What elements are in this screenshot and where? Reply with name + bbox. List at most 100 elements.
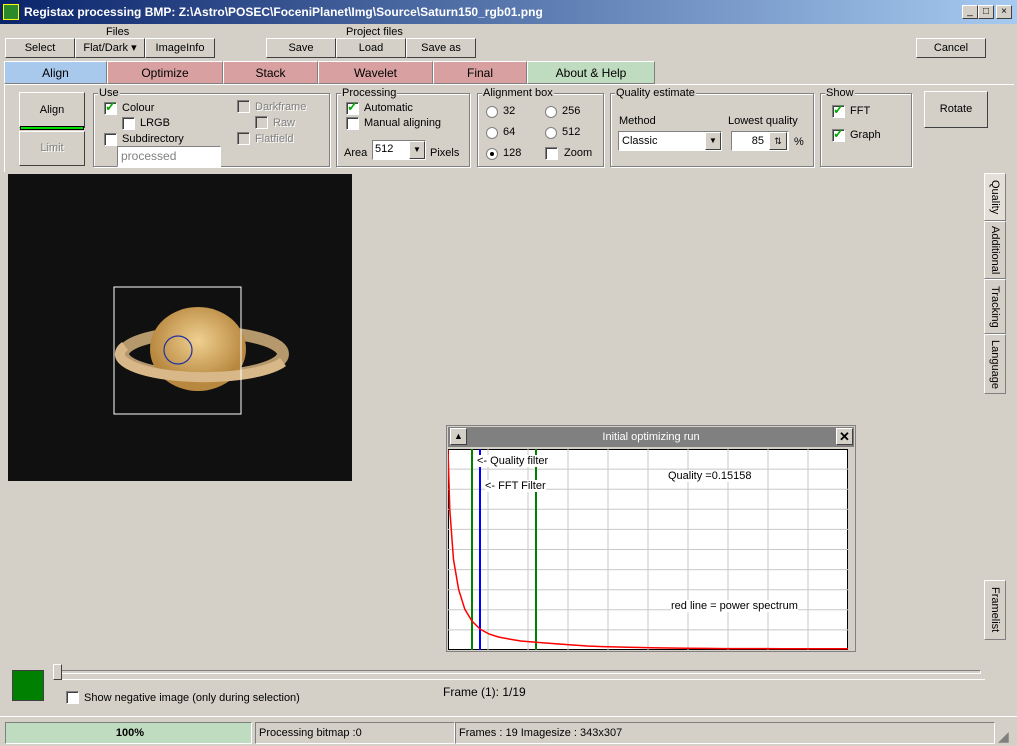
side-tab-tracking[interactable]: Tracking [984, 279, 1006, 334]
graph-title: Initial optimizing run [602, 431, 700, 443]
raw-checkbox[interactable] [255, 116, 268, 129]
lrgb-label: LRGB [140, 117, 170, 129]
automatic-checkbox[interactable]: ✓ [346, 99, 359, 115]
saturn-image [113, 286, 289, 415]
zoom-checkbox[interactable] [545, 147, 558, 160]
chevron-down-icon[interactable]: ▼ [409, 141, 425, 159]
rotate-button[interactable]: Rotate [924, 91, 988, 128]
side-tab-additional[interactable]: Additional [984, 221, 1006, 279]
automatic-label: Automatic [364, 102, 413, 114]
tab-about-help[interactable]: About & Help [527, 61, 655, 84]
title-bar: Registax processing BMP: Z:\Astro\POSEC\… [0, 0, 1017, 24]
graph-window: Initial optimizing run ▲ ✕ <- Quality fi… [446, 425, 856, 652]
label-256: 256 [562, 105, 581, 117]
radio-128[interactable] [486, 148, 498, 160]
tab-align[interactable]: Align [4, 61, 107, 84]
check-icon: ✓ [347, 99, 358, 114]
flatfield-label: Flatfield [255, 133, 294, 145]
method-label: Method [619, 115, 656, 127]
select-button[interactable]: Select [5, 38, 75, 58]
fft-checkbox[interactable]: ✓ [832, 102, 845, 118]
cancel-button[interactable]: Cancel [916, 38, 986, 58]
spinner-arrows-icon[interactable]: ⇅ [769, 132, 787, 150]
lrgb-checkbox[interactable] [122, 117, 135, 130]
frame-slider[interactable] [53, 664, 985, 680]
check-icon: ✓ [105, 99, 116, 114]
check-icon: ✓ [833, 102, 844, 117]
darkframe-checkbox[interactable] [237, 100, 250, 113]
status-frames: Frames : 19 Imagesize : 343x307 [455, 722, 995, 744]
side-tab-framelist[interactable]: Framelist [984, 580, 1006, 640]
method-select[interactable]: Classic ▼ [618, 131, 722, 151]
maximize-button[interactable]: □ [978, 5, 994, 19]
alignment-box-title: Alignment box [482, 87, 554, 99]
processing-status: Processing bitmap :0 [259, 727, 362, 739]
slider-thumb[interactable] [53, 664, 62, 680]
window-title: Registax processing BMP: Z:\Astro\POSEC\… [24, 5, 543, 19]
app-logo-icon [3, 4, 19, 20]
negative-image-label: Show negative image (only during selecti… [84, 692, 300, 704]
project-load-button[interactable]: Load [336, 38, 406, 58]
image-preview[interactable] [8, 174, 352, 481]
tab-wavelet[interactable]: Wavelet [318, 61, 433, 84]
project-saveas-button[interactable]: Save as [406, 38, 476, 58]
radio-256[interactable] [545, 106, 557, 118]
minimize-button[interactable]: _ [962, 5, 978, 19]
frame-counter: Frame (1): 1/19 [443, 685, 526, 699]
subdirectory-checkbox[interactable] [104, 133, 117, 146]
radio-64[interactable] [486, 127, 498, 139]
zoom-label: Zoom [564, 147, 593, 159]
tab-final[interactable]: Final [433, 61, 527, 84]
percent-label: % [794, 136, 804, 148]
pixels-label: Pixels [430, 147, 460, 159]
quality-value-label: Quality =0.15158 [668, 470, 752, 482]
slider-track [53, 670, 981, 674]
graph-label: Graph [850, 129, 881, 141]
status-processing: Processing bitmap :0 [255, 722, 455, 744]
align-button[interactable]: Align [19, 92, 85, 128]
tab-optimize[interactable]: Optimize [107, 61, 223, 84]
label-128: 128 [503, 147, 522, 159]
progress-text: 100% [115, 727, 145, 739]
project-files-label: Project files [346, 26, 403, 38]
graph-close-button[interactable]: ✕ [836, 428, 853, 445]
processing-group: Processing ✓ Automatic Manual aligning A… [336, 87, 470, 167]
method-value: Classic [622, 135, 658, 147]
colour-checkbox[interactable]: ✓ [104, 99, 117, 115]
raw-label: Raw [273, 117, 296, 129]
alignment-box-group: Alignment box 32 256 64 512 128 Zoom [477, 87, 604, 167]
lowest-quality-label: Lowest quality [728, 115, 798, 127]
colour-label: Colour [122, 102, 155, 114]
close-button[interactable]: × [996, 5, 1012, 19]
processing-title: Processing [341, 87, 398, 99]
radio-512[interactable] [545, 127, 557, 139]
resize-grip-icon[interactable]: ◢ [998, 728, 1014, 744]
use-group: Use ✓ Colour LRGB Subdirectory processed… [93, 87, 330, 167]
fft-filter-label: <- FFT Filter [485, 480, 546, 492]
align-progress-bar [20, 126, 84, 130]
label-64: 64 [503, 126, 516, 138]
limit-button[interactable]: Limit [19, 131, 85, 166]
progress-bar: 100% [5, 722, 252, 744]
tab-stack[interactable]: Stack [223, 61, 318, 84]
legend-label: red line = power spectrum [671, 600, 798, 612]
project-save-button[interactable]: Save [266, 38, 336, 58]
use-title: Use [98, 87, 120, 99]
show-group: Show ✓ FFT ✓ Graph [820, 87, 912, 167]
flatfield-checkbox[interactable] [237, 132, 250, 145]
subdirectory-input[interactable]: processed [117, 146, 221, 167]
flat-dark-button[interactable]: Flat/Dark ▾ [75, 38, 145, 58]
manual-aligning-checkbox[interactable] [346, 117, 359, 130]
radio-32[interactable] [486, 106, 498, 118]
graph-checkbox[interactable]: ✓ [832, 127, 845, 142]
quality-estimate-title: Quality estimate [615, 87, 696, 99]
area-select[interactable]: 512 ▼ [372, 140, 426, 160]
side-tab-language[interactable]: Language [984, 334, 1006, 394]
side-tab-quality[interactable]: Quality [984, 173, 1006, 221]
area-label: Area [344, 147, 368, 159]
chevron-down-icon[interactable]: ▼ [705, 132, 721, 150]
fft-label: FFT [850, 105, 871, 117]
imageinfo-button[interactable]: ImageInfo [145, 38, 215, 58]
collapse-button[interactable]: ▲ [450, 428, 467, 445]
negative-image-checkbox[interactable] [66, 691, 79, 704]
